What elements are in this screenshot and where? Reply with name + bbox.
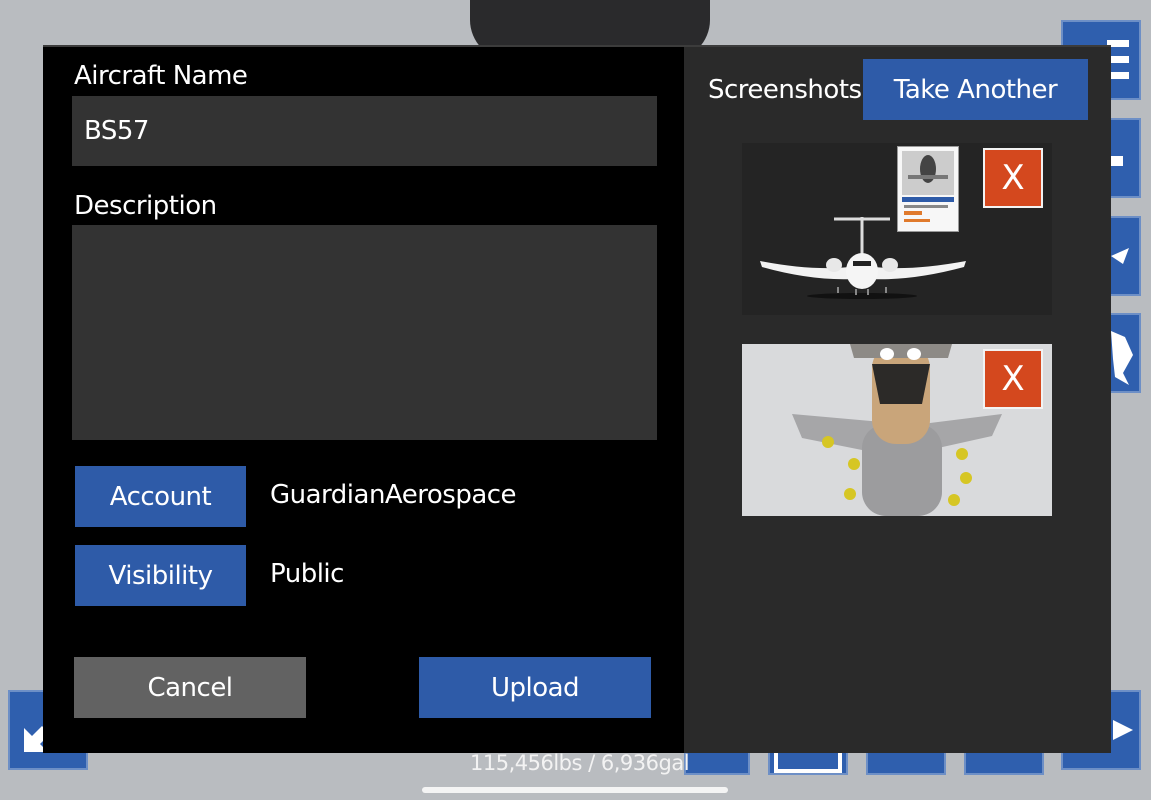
visibility-button[interactable]: Visibility <box>75 545 246 606</box>
delete-screenshot-1-button[interactable]: X <box>983 148 1043 208</box>
description-label: Description <box>74 191 217 221</box>
cancel-button[interactable]: Cancel <box>74 657 306 718</box>
upload-button[interactable]: Upload <box>419 657 651 718</box>
delete-screenshot-2-button[interactable]: X <box>983 349 1043 409</box>
upload-aircraft-dialog: Aircraft Name Description Account Guardi… <box>43 45 1111 753</box>
screenshots-panel: Screenshots Take Another X X <box>684 47 1111 753</box>
aircraft-name-label: Aircraft Name <box>74 61 248 91</box>
visibility-value: Public <box>270 559 344 589</box>
screenshot-thumbnail-1[interactable]: X <box>742 143 1052 315</box>
screenshot-thumbnail-2[interactable]: X <box>742 344 1052 516</box>
product-listing-icon <box>902 151 954 222</box>
screenshots-title: Screenshots <box>708 75 862 105</box>
home-indicator[interactable] <box>422 787 728 793</box>
account-button[interactable]: Account <box>75 466 246 527</box>
weight-fuel-readout: 115,456lbs / 6,936gal <box>470 751 690 775</box>
take-another-button[interactable]: Take Another <box>863 59 1088 120</box>
account-value: GuardianAerospace <box>270 480 517 510</box>
aircraft-name-input[interactable] <box>72 96 657 166</box>
description-textarea[interactable] <box>72 225 657 440</box>
nested-screenshot-preview <box>897 146 959 232</box>
